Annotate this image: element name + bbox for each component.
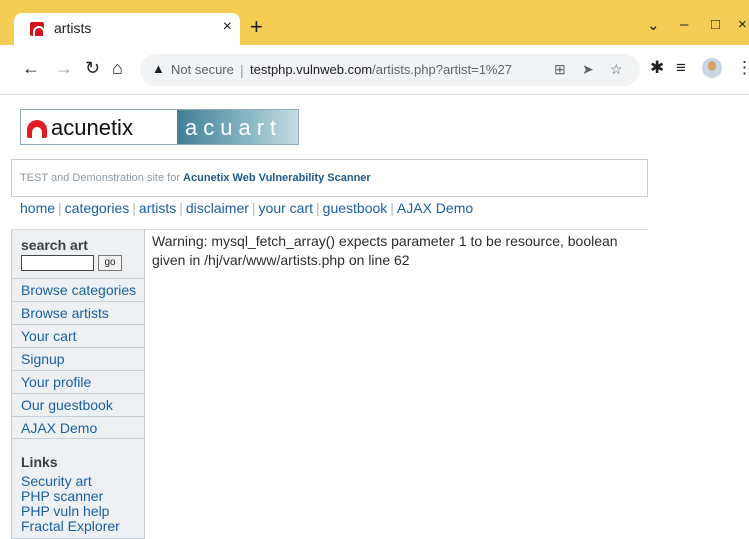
- page-content: acunetix acuart TEST and Demonstration s…: [0, 95, 749, 539]
- send-icon[interactable]: ➤: [582, 61, 594, 78]
- sidebar: search art go Browse categories Browse a…: [11, 230, 145, 539]
- reload-icon[interactable]: ↻: [85, 58, 100, 79]
- acunetix-logo: acunetix: [21, 110, 177, 144]
- tagline-link[interactable]: Acunetix Web Vulnerability Scanner: [183, 172, 371, 184]
- minimize-icon[interactable]: –: [680, 16, 688, 33]
- warning-icon[interactable]: ▲: [152, 61, 165, 76]
- close-window-icon[interactable]: ×: [738, 16, 747, 33]
- tagline-box: TEST and Demonstration site for Acunetix…: [11, 159, 648, 197]
- tab-strip: artists × + ⌄ – □ ×: [0, 0, 749, 45]
- site-logo[interactable]: acunetix acuart: [20, 109, 299, 145]
- nav-your-cart[interactable]: your cart: [259, 200, 313, 216]
- extensions-icon[interactable]: ✱: [650, 58, 664, 78]
- tagline-prefix: TEST and Demonstration site for: [20, 172, 184, 184]
- nav-artists[interactable]: artists: [139, 200, 176, 216]
- url-text[interactable]: testphp.vulnweb.com/artists.php?artist=1…: [250, 62, 512, 77]
- acunetix-mark-icon: [27, 120, 47, 138]
- link-fractal-explorer[interactable]: Fractal Explorer: [21, 519, 120, 534]
- browser-toolbar: ← → ↻ ⌂ ▲ Not secure | testphp.vulnweb.c…: [0, 45, 749, 95]
- avatar[interactable]: [702, 58, 722, 78]
- tab-search-icon[interactable]: ⌄: [647, 16, 660, 34]
- nav-disclaimer[interactable]: disclaimer: [186, 200, 249, 216]
- nav-divider: |: [251, 200, 256, 216]
- nav-divider: |: [390, 200, 394, 216]
- link-php-scanner[interactable]: PHP scanner: [21, 489, 103, 504]
- nav-divider: |: [132, 200, 136, 216]
- maximize-icon[interactable]: □: [711, 16, 720, 33]
- php-warning-message: Warning: mysql_fetch_array() expects par…: [152, 233, 618, 268]
- nav-home[interactable]: home: [20, 200, 55, 216]
- nav-divider: |: [316, 200, 320, 216]
- sidebar-item-your-cart[interactable]: Your cart: [12, 324, 144, 347]
- nav-ajax-demo[interactable]: AJAX Demo: [397, 200, 473, 216]
- reading-list-icon[interactable]: ≡: [676, 58, 686, 78]
- logo-text-acunetix: acunetix: [51, 115, 133, 140]
- url-host: testphp.vulnweb.com: [250, 62, 373, 77]
- links-heading: Links: [21, 454, 58, 470]
- nav-guestbook[interactable]: guestbook: [323, 200, 388, 216]
- sidebar-item-signup[interactable]: Signup: [12, 347, 144, 370]
- nav-divider: |: [58, 200, 62, 216]
- sidebar-item-ajax-demo[interactable]: AJAX Demo: [12, 416, 144, 439]
- logo-text-acuart: acuart: [185, 115, 283, 140]
- nav-divider: |: [179, 200, 183, 216]
- link-security-art[interactable]: Security art: [21, 474, 92, 489]
- tagline: TEST and Demonstration site for Acunetix…: [20, 172, 371, 184]
- translate-icon[interactable]: ⊞: [554, 61, 566, 78]
- search-go-button[interactable]: go: [98, 255, 122, 271]
- star-icon[interactable]: ☆: [610, 61, 623, 78]
- sidebar-item-our-guestbook[interactable]: Our guestbook: [12, 393, 144, 416]
- new-tab-button[interactable]: +: [250, 16, 263, 38]
- search-input[interactable]: [21, 255, 94, 271]
- acunetix-favicon-icon: [30, 22, 45, 36]
- top-navigation: home | categories | artists | disclaimer | your …: [20, 200, 473, 216]
- nav-categories[interactable]: categories: [65, 200, 130, 216]
- security-label[interactable]: Not secure: [171, 62, 234, 77]
- forward-icon[interactable]: →: [55, 58, 73, 79]
- link-php-vuln-help[interactable]: PHP vuln help: [21, 504, 109, 519]
- acuart-logo: acuart: [177, 110, 298, 144]
- tab-title: artists: [54, 20, 92, 36]
- sidebar-item-your-profile[interactable]: Your profile: [12, 370, 144, 393]
- address-divider: |: [240, 62, 244, 78]
- back-icon[interactable]: ←: [22, 58, 40, 79]
- menu-icon[interactable]: ⋮: [736, 58, 749, 78]
- search-label: search art: [21, 237, 88, 253]
- sidebar-item-browse-artists[interactable]: Browse artists: [12, 301, 144, 324]
- url-path: /artists.php?artist=1%27: [372, 62, 512, 77]
- address-bar[interactable]: ▲ Not secure | testphp.vulnweb.com/artis…: [140, 54, 640, 86]
- browser-tab[interactable]: artists ×: [14, 13, 240, 45]
- tab-close-icon[interactable]: ×: [223, 18, 232, 36]
- home-icon[interactable]: ⌂: [112, 58, 123, 79]
- sidebar-item-browse-categories[interactable]: Browse categories: [12, 278, 144, 301]
